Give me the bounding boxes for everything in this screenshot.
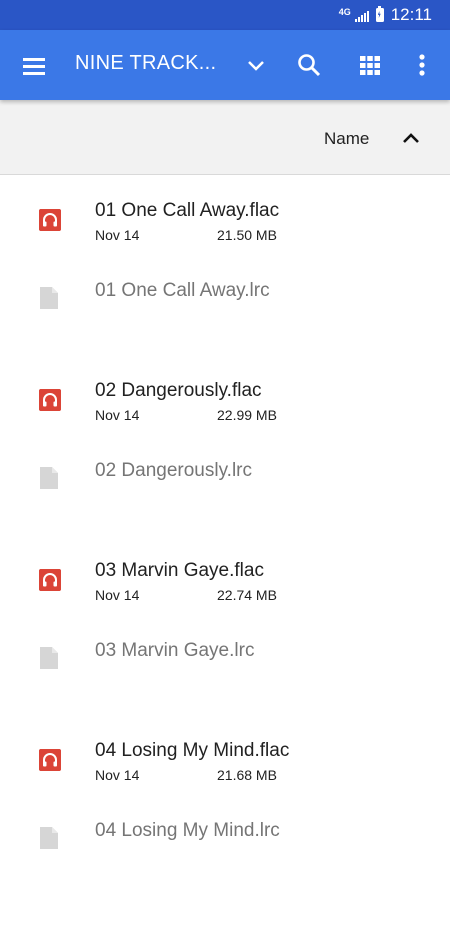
file-icon [38,285,62,311]
headphones-icon [38,567,62,593]
file-name: 03 Marvin Gaye.flac [95,560,264,581]
file-size: 21.50 MB [217,227,277,243]
list-item[interactable]: 04 Losing My Mind.lrc [0,805,450,895]
file-name: 01 One Call Away.flac [95,200,280,221]
list-item[interactable]: 01 One Call Away.flac Nov 14 21.50 MB [0,175,450,265]
file-name: 03 Marvin Gaye.lrc [95,640,255,661]
list-item[interactable]: 04 Losing My Mind.flac Nov 14 21.68 MB [0,715,450,805]
signal-icon [354,9,369,22]
file-size: 21.68 MB [217,767,277,783]
battery-charging-icon [375,6,384,22]
list-item[interactable]: 03 Marvin Gaye.flac Nov 14 22.74 MB [0,535,450,625]
list-item[interactable]: 02 Dangerously.flac Nov 14 22.99 MB [0,355,450,445]
file-icon [38,465,62,491]
folder-title[interactable]: NINE TRACK... [75,52,216,75]
file-date: Nov 14 [95,407,140,423]
file-name: 04 Losing My Mind.lrc [95,820,280,841]
file-name: 02 Dangerously.flac [95,380,262,401]
chevron-down-icon[interactable] [244,53,268,77]
list-item[interactable]: 02 Dangerously.lrc [0,445,450,535]
file-date: Nov 14 [95,587,140,603]
file-name: 04 Losing My Mind.flac [95,740,290,761]
headphones-icon [38,387,62,413]
list-item[interactable]: 01 One Call Away.lrc [0,265,450,355]
status-time: 12:11 [390,5,432,24]
file-date: Nov 14 [95,767,140,783]
hamburger-menu-icon[interactable] [22,55,48,75]
sort-by-name[interactable]: Name [324,129,369,149]
file-date: Nov 14 [95,227,140,243]
headphones-icon [38,747,62,773]
file-name: 02 Dangerously.lrc [95,460,253,481]
network-type: 4G [338,6,351,17]
status-bar: 4G 12:11 [0,0,450,30]
status-icons: 4G 12:11 [339,5,432,25]
file-size: 22.99 MB [217,407,277,423]
grid-view-icon[interactable] [358,53,382,77]
list-item[interactable]: 03 Marvin Gaye.lrc [0,625,450,715]
headphones-icon [38,207,62,233]
file-list: 01 One Call Away.flac Nov 14 21.50 MB 01… [0,175,450,895]
file-name: 01 One Call Away.lrc [95,280,270,301]
file-icon [38,645,62,671]
file-icon [38,825,62,851]
chevron-up-icon[interactable] [399,127,423,149]
search-icon[interactable] [296,52,322,78]
file-size: 22.74 MB [217,587,277,603]
app-bar: NINE TRACK... [0,30,450,100]
more-vert-icon[interactable] [410,52,434,78]
sort-bar: Name [0,100,450,175]
